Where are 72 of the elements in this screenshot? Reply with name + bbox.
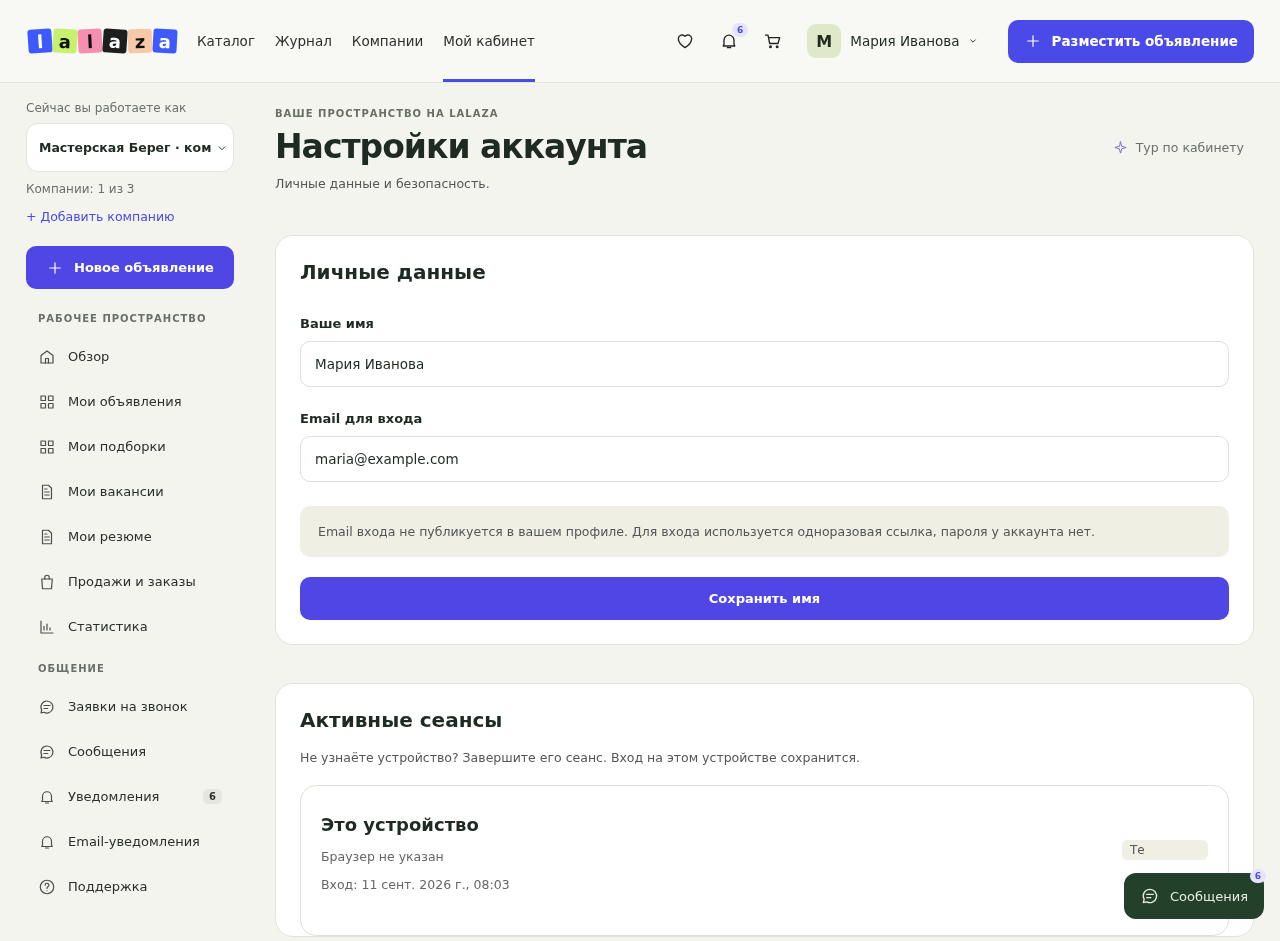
field-label: Ваше имя <box>300 316 375 331</box>
notification-badge: 6 <box>731 23 749 37</box>
grid-icon <box>38 392 56 411</box>
message-count-badge: 6 <box>1249 869 1266 883</box>
sidebar-item-label: Заявки на звонок <box>68 699 188 714</box>
sidebar-item-label: Сообщения <box>68 744 146 759</box>
avatar[interactable]: М <box>807 24 842 58</box>
sidebar-item-label: Статистика <box>68 619 148 634</box>
sidebar-item-label: Мои подборки <box>68 439 166 454</box>
logo-letter: a <box>52 28 78 54</box>
session-title: Это устройство <box>321 814 480 835</box>
card-title: Личные данные <box>300 260 487 284</box>
sidebar-item[interactable]: Уведомления 6 <box>26 774 234 819</box>
logo-letter: a <box>152 28 178 54</box>
chat-icon <box>38 697 56 716</box>
sidebar-item-label: Поддержка <box>68 879 148 894</box>
sidebar-item[interactable]: Мои резюме <box>26 514 234 559</box>
field-label: Email для входа <box>300 411 424 426</box>
tour-link[interactable]: Тур по кабинету <box>1112 140 1244 155</box>
save-name-button[interactable]: Сохранить имя <box>300 577 1229 620</box>
sessions-hint: Не узнаёте устройство? Завершите его сеанс. Вход на этом устройстве сохранится. <box>300 750 861 765</box>
sidebar-item[interactable]: Мои объявления <box>26 379 234 424</box>
chat-icon <box>38 742 56 761</box>
nav-link[interactable]: Каталог <box>197 0 255 82</box>
input-field[interactable]: maria@example.com <box>300 436 1229 482</box>
sparkle-icon <box>1112 140 1128 155</box>
sidebar-item[interactable]: Обзор <box>26 334 234 379</box>
logo-letter: l <box>77 28 103 54</box>
sidebar-item[interactable]: Сообщения <box>26 729 234 774</box>
post-listing-button[interactable]: Разместить объявление <box>1007 19 1254 63</box>
companies-count: Компании: 1 из 3 <box>26 182 136 196</box>
sidebar-item-label: Email-уведомления <box>68 834 200 849</box>
sidebar-item[interactable]: Продажи и заказы <box>26 559 234 604</box>
sidebar-item-label: Мои резюме <box>68 529 152 544</box>
sidebar-item-label: Мои объявления <box>68 394 182 409</box>
session-browser: Браузер не указан <box>321 849 444 864</box>
sidebar-item-label: Продажи и заказы <box>68 574 196 589</box>
input-field[interactable]: Мария Иванова <box>300 341 1229 387</box>
sidebar-item[interactable]: Статистика <box>26 604 234 649</box>
eyebrow-label: ВАШЕ ПРОСТРАНСТВО НА LALAZA <box>275 108 500 119</box>
working-as-label: Сейчас вы работаете как <box>26 101 188 115</box>
nav-link[interactable]: Компании <box>351 0 424 82</box>
section-title: ОБЩЕНИЕ <box>37 663 106 674</box>
new-listing-button[interactable]: Новое объявление <box>26 246 234 289</box>
sidebar-item[interactable]: Мои подборки <box>26 424 234 469</box>
sidebar-item[interactable]: Поддержка <box>26 864 234 909</box>
sidebar-item[interactable]: Мои вакансии <box>26 469 234 514</box>
sidebar-item-label: Мои вакансии <box>68 484 164 499</box>
info-note: Email входа не публикуется в вашем профиле. Для входа используется одноразовая ссылка, пароля у аккаунта нет. <box>300 506 1229 557</box>
card-title: Активные сеансы <box>300 708 504 732</box>
chat-icon <box>1140 886 1160 906</box>
count-badge: 6 <box>203 789 222 804</box>
logo-letter: l <box>27 28 53 54</box>
company-select[interactable]: Мастерская Берег · ком <box>26 123 234 172</box>
nav-link[interactable]: Журнал <box>275 0 332 82</box>
sidebar-item-label: Обзор <box>68 349 110 364</box>
logo-letter: a <box>102 28 128 54</box>
session-tag: Те <box>1122 840 1208 860</box>
nav-link[interactable]: Мой кабинет <box>443 0 535 82</box>
sidebar-item-label: Уведомления <box>68 789 160 804</box>
page-title: Настройки аккаунта <box>275 127 648 166</box>
session-login-time: Вход: 11 сент. 2026 г., 08:03 <box>321 877 510 892</box>
section-title: РАБОЧЕЕ ПРОСТРАНСТВО <box>37 313 208 324</box>
bag-icon <box>38 572 56 591</box>
user-name[interactable]: Мария Иванова <box>850 33 960 49</box>
logo-letter: z <box>127 28 153 54</box>
page-subtitle: Личные данные и безопасность. <box>275 176 491 191</box>
sidebar-item[interactable]: Email-уведомления <box>26 819 234 864</box>
sidebar-item[interactable]: Заявки на звонок <box>26 684 234 729</box>
add-company-link[interactable]: + Добавить компанию <box>26 209 234 224</box>
grid-icon <box>38 437 56 456</box>
help-icon <box>38 877 56 896</box>
